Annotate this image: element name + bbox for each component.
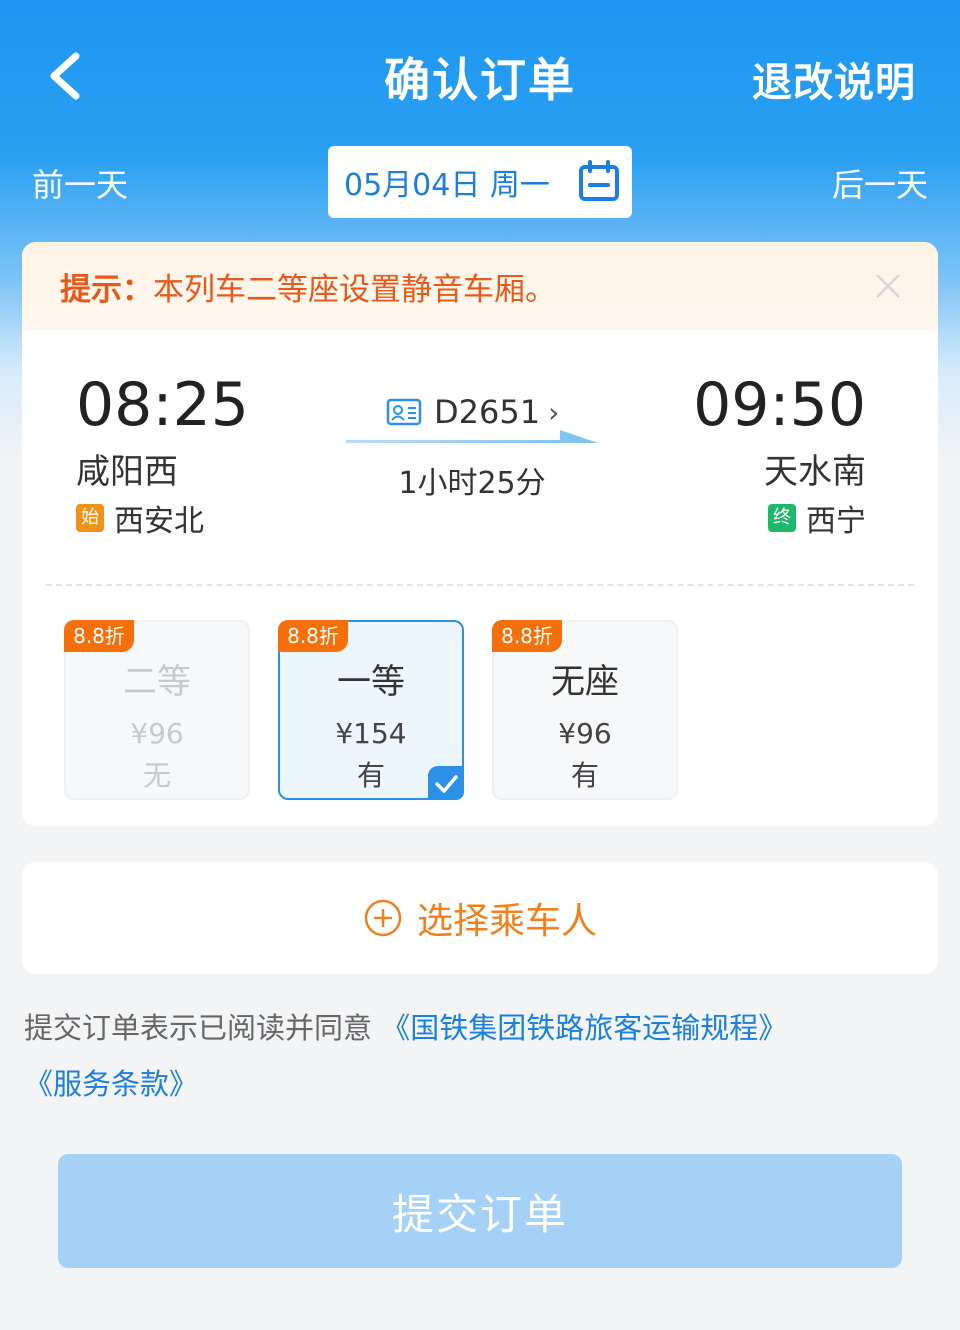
seat-option-no-seat[interactable]: 8.8折 无座 ¥96 有 [492, 620, 678, 800]
chevron-right-icon: › [548, 395, 560, 429]
terms-agreement: 提交订单表示已阅读并同意 《国铁集团铁路旅客运输规程》《服务条款》 [24, 1000, 934, 1112]
discount-badge: 8.8折 [64, 620, 134, 652]
origin-station: 始 西安北 [76, 496, 204, 540]
origin-tag: 始 [76, 504, 104, 532]
terminal-tag: 终 [768, 504, 796, 532]
close-icon[interactable] [874, 272, 902, 300]
seat-availability: 无 [142, 759, 171, 792]
discount-badge: 8.8折 [278, 620, 348, 652]
next-day-button[interactable]: 后一天 [832, 160, 928, 206]
train-info-card: 提示： 本列车二等座设置静音车厢。 08:25 咸阳西 始 西安北 D2651 … [22, 242, 938, 826]
date-picker[interactable]: 05月04日 周一 [328, 146, 632, 218]
train-number-link[interactable]: D2651 › [386, 392, 559, 432]
service-terms-link[interactable]: 《服务条款》 [24, 1067, 198, 1101]
prev-day-button[interactable]: 前一天 [32, 160, 128, 206]
seat-option-second-class[interactable]: 8.8折 二等 ¥96 无 [64, 620, 250, 800]
seat-price: ¥96 [558, 717, 612, 750]
select-passenger-button[interactable]: 选择乘车人 [22, 862, 938, 974]
departure-station: 咸阳西 [76, 452, 178, 492]
seat-price: ¥154 [335, 717, 407, 750]
refund-policy-link[interactable]: 退改说明 [752, 50, 916, 108]
terminal-name: 西宁 [806, 504, 866, 539]
notice-prefix: 提示： [60, 271, 153, 308]
seat-name: 二等 [123, 662, 191, 702]
arrival-time: 09:50 [693, 370, 866, 440]
seat-availability: 有 [570, 759, 599, 792]
seat-price: ¥96 [130, 717, 184, 750]
notice-text: 本列车二等座设置静音车厢。 [153, 271, 556, 308]
calendar-icon [579, 160, 619, 201]
seat-name: 无座 [551, 662, 619, 702]
railway-rules-link[interactable]: 《国铁集团铁路旅客运输规程》 [381, 1011, 787, 1045]
trip-duration: 1小时25分 [398, 466, 546, 501]
add-circle-icon [364, 899, 402, 937]
nav-bar: 确认订单 退改说明 [0, 0, 960, 150]
terminal-station: 终 西宁 [768, 496, 866, 540]
terms-prefix: 提交订单表示已阅读并同意 [24, 1011, 373, 1045]
train-number: D2651 [434, 393, 541, 431]
departure-time: 08:25 [76, 370, 249, 440]
discount-badge: 8.8折 [492, 620, 562, 652]
route-arrow-icon [346, 430, 598, 443]
seat-name: 一等 [337, 662, 405, 702]
origin-name: 西安北 [114, 504, 204, 539]
id-card-icon [386, 398, 422, 426]
select-passenger-label: 选择乘车人 [416, 901, 597, 942]
submit-order-button[interactable]: 提交订单 [58, 1154, 902, 1268]
date-label: 05月04日 周一 [344, 168, 550, 203]
divider [46, 584, 914, 586]
arrival-station: 天水南 [764, 452, 866, 492]
date-selector: 前一天 05月04日 周一 后一天 [0, 146, 960, 220]
checkmark-icon [435, 775, 458, 793]
notice-banner: 提示： 本列车二等座设置静音车厢。 [22, 242, 938, 330]
seat-option-first-class[interactable]: 8.8折 一等 ¥154 有 [278, 620, 464, 800]
selected-check [428, 766, 464, 800]
